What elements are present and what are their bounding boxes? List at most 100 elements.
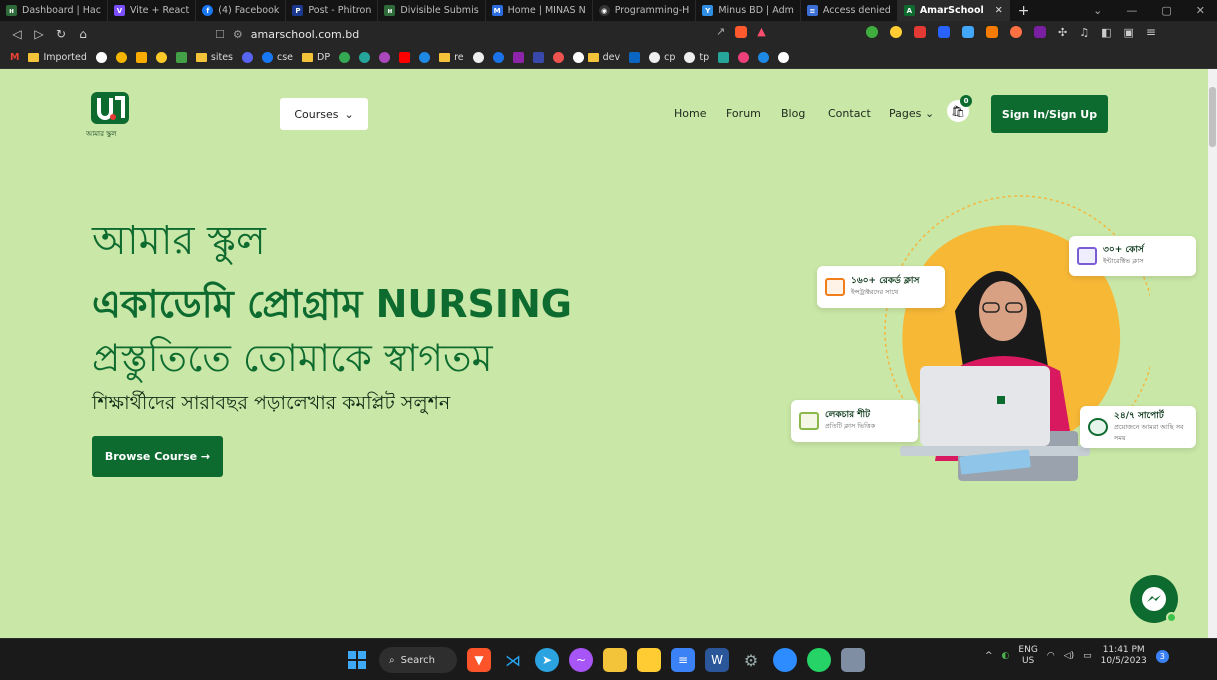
new-tab-button[interactable]: +	[1010, 3, 1038, 19]
bookmark-icon[interactable]	[472, 52, 484, 63]
bookmark-folder[interactable]: cse	[261, 52, 293, 63]
messenger-chat-button[interactable]	[1130, 575, 1178, 623]
share-icon[interactable]: ↗	[716, 25, 725, 38]
gmail-bookmark-icon[interactable]: M	[10, 52, 19, 63]
tab-item[interactable]: н Dashboard | Hac	[0, 0, 108, 21]
extension-icon[interactable]	[914, 26, 926, 38]
nav-blog[interactable]: Blog	[781, 107, 805, 120]
brave-browser-icon[interactable]: ▼	[467, 648, 491, 672]
bookmark-folder[interactable]: sites	[195, 52, 233, 63]
minimize-icon[interactable]: —	[1126, 4, 1137, 17]
nav-pages[interactable]: Pages	[889, 107, 921, 120]
extension-icon[interactable]	[1034, 26, 1046, 38]
discord-icon[interactable]	[241, 52, 253, 63]
forward-icon[interactable]: ▷	[28, 27, 50, 41]
cart-button[interactable]: 🛍 0	[947, 95, 972, 122]
extension-icon[interactable]	[1010, 26, 1022, 38]
bookmark-icon[interactable]	[359, 52, 371, 63]
bookmark-icon[interactable]	[379, 52, 391, 63]
tab-item[interactable]: Y Minus BD | Adm	[696, 0, 801, 21]
reload-icon[interactable]: ↻	[50, 27, 72, 41]
youtube-icon[interactable]	[399, 52, 411, 63]
telegram-icon[interactable]: ➤	[535, 648, 559, 672]
notes-icon[interactable]	[637, 648, 661, 672]
tab-item[interactable]: P Post - Phitron	[286, 0, 379, 21]
nav-forum[interactable]: Forum	[726, 107, 761, 120]
brave-shields-icon[interactable]	[735, 25, 748, 38]
site-info-icon[interactable]: ⚙	[233, 28, 243, 41]
extension-icon[interactable]	[938, 26, 950, 38]
bookmark-folder[interactable]: DP	[302, 52, 330, 63]
zoom-icon[interactable]	[773, 648, 797, 672]
restore-icon[interactable]: ▢	[1161, 4, 1171, 17]
bookmark-folder[interactable]: re	[439, 52, 464, 63]
vscode-icon[interactable]: ⋊	[501, 648, 525, 672]
windows-start-icon[interactable]	[345, 648, 369, 672]
language-indicator[interactable]: ENG US	[1018, 645, 1037, 667]
messenger-app-icon[interactable]: ~	[569, 648, 593, 672]
media-icon[interactable]: ♫	[1079, 26, 1089, 39]
bookmark-icon[interactable]	[738, 52, 750, 63]
whatsapp-icon[interactable]	[807, 648, 831, 672]
url-text[interactable]: amarschool.com.bd	[251, 28, 359, 41]
github-icon[interactable]	[95, 52, 107, 63]
extension-icon[interactable]	[890, 26, 902, 38]
analytics-icon[interactable]	[135, 52, 147, 63]
volume-icon[interactable]: ◁)	[1064, 651, 1074, 661]
home-icon[interactable]: ⌂	[72, 27, 94, 41]
file-explorer-icon[interactable]	[603, 648, 627, 672]
extensions-puzzle-icon[interactable]: ✣	[1058, 26, 1067, 39]
bookmark-icon[interactable]	[155, 52, 167, 63]
close-tab-icon[interactable]: ✕	[995, 5, 1003, 16]
sidebar-icon[interactable]: ◧	[1101, 26, 1111, 39]
notification-badge[interactable]: 3	[1155, 649, 1169, 663]
bookmark-link[interactable]: tp	[684, 52, 709, 63]
clock[interactable]: 11:41 PM 10/5/2023	[1101, 645, 1147, 667]
bookmark-icon[interactable]	[115, 52, 127, 63]
wifi-icon[interactable]: ◠	[1047, 651, 1055, 661]
courses-dropdown[interactable]: Courses ⌄	[280, 98, 368, 130]
taskbar-search[interactable]: ⌕ Search	[379, 647, 457, 673]
bookmark-icon[interactable]	[492, 52, 504, 63]
page-scrollbar[interactable]	[1208, 69, 1217, 638]
bookmark-folder[interactable]: dev	[572, 52, 620, 63]
tab-item-active[interactable]: A AmarSchool ✕	[897, 0, 1010, 21]
tab-item[interactable]: f (4) Facebook	[196, 0, 287, 21]
bookmark-folder[interactable]: Imported	[28, 52, 87, 63]
nav-contact[interactable]: Contact	[828, 107, 871, 120]
extension-icon[interactable]	[866, 26, 878, 38]
tab-item[interactable]: ≡ Access denied	[801, 0, 898, 21]
tab-item[interactable]: V Vite + React	[108, 0, 197, 21]
nav-home[interactable]: Home	[674, 107, 706, 120]
snipping-tool-icon[interactable]	[841, 648, 865, 672]
tab-item[interactable]: н Divisible Submis	[378, 0, 486, 21]
wallet-icon[interactable]: ▣	[1124, 26, 1134, 39]
bookmark-link[interactable]: cp	[649, 52, 675, 63]
tab-list-icon[interactable]: ⌄	[1093, 4, 1102, 17]
bookmark-icon[interactable]	[512, 52, 524, 63]
bookmark-icon[interactable]	[758, 52, 770, 63]
browse-course-button[interactable]: Browse Course →	[92, 436, 223, 477]
close-window-icon[interactable]: ✕	[1196, 4, 1205, 17]
notepad-icon[interactable]: ≡	[671, 648, 695, 672]
linkedin-icon[interactable]	[629, 52, 641, 63]
bookmark-icon[interactable]	[552, 52, 564, 63]
chevron-up-icon[interactable]: ^	[985, 651, 993, 661]
extension-icon[interactable]	[962, 26, 974, 38]
tab-item[interactable]: M Home | MINAS N	[486, 0, 593, 21]
back-icon[interactable]: ◁	[6, 27, 28, 41]
tray-app-icon[interactable]: ◐	[1002, 651, 1010, 661]
rewards-icon[interactable]: ▲	[757, 25, 765, 38]
bookmark-icon[interactable]	[718, 52, 730, 63]
github-icon[interactable]	[778, 52, 790, 63]
word-icon[interactable]: W	[705, 648, 729, 672]
scrollbar-thumb[interactable]	[1209, 87, 1216, 147]
settings-icon[interactable]: ⚙	[739, 648, 763, 672]
bookmark-icon[interactable]	[419, 52, 431, 63]
bookmark-icon[interactable]	[175, 52, 187, 63]
menu-icon[interactable]: ≡	[1146, 25, 1156, 39]
extension-icon[interactable]	[986, 26, 998, 38]
tab-item[interactable]: ◉ Programming-H	[593, 0, 697, 21]
bookmark-icon[interactable]	[532, 52, 544, 63]
bookmark-page-icon[interactable]: ☐	[215, 28, 225, 41]
